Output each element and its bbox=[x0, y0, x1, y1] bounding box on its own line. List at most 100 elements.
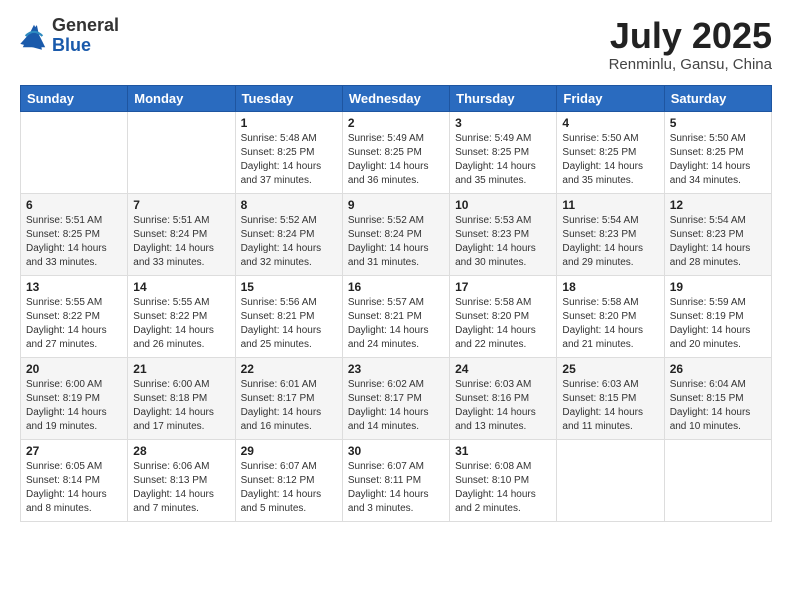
day-number: 19 bbox=[670, 280, 766, 294]
day-info: Sunrise: 6:07 AM Sunset: 8:11 PM Dayligh… bbox=[348, 460, 444, 516]
calendar-table: SundayMondayTuesdayWednesdayThursdayFrid… bbox=[20, 85, 772, 522]
calendar-day-20: 20 Sunrise: 6:00 AM Sunset: 8:19 PM Dayli… bbox=[21, 357, 128, 439]
calendar-header-monday: Monday bbox=[128, 85, 235, 111]
day-info: Sunrise: 6:01 AM Sunset: 8:17 PM Dayligh… bbox=[241, 378, 337, 434]
day-number: 8 bbox=[241, 198, 337, 212]
calendar-day-17: 17 Sunrise: 5:58 AM Sunset: 8:20 PM Dayli… bbox=[450, 275, 557, 357]
calendar-day-28: 28Sunrise: 6:06 AM Sunset: 8:13 PM Dayli… bbox=[128, 439, 235, 521]
calendar-day-22: 22 Sunrise: 6:01 AM Sunset: 8:17 PM Dayli… bbox=[235, 357, 342, 439]
day-number: 24 bbox=[455, 362, 551, 376]
day-info: Sunrise: 5:52 AM Sunset: 8:24 PM Dayligh… bbox=[348, 214, 444, 270]
calendar-empty-cell bbox=[664, 439, 771, 521]
calendar-day-30: 30Sunrise: 6:07 AM Sunset: 8:11 PM Dayli… bbox=[342, 439, 449, 521]
calendar-day-10: 10Sunrise: 5:53 AM Sunset: 8:23 PM Dayli… bbox=[450, 193, 557, 275]
day-info: Sunrise: 5:58 AM Sunset: 8:20 PM Dayligh… bbox=[562, 296, 658, 352]
calendar-day-9: 9 Sunrise: 5:52 AM Sunset: 8:24 PM Daylig… bbox=[342, 193, 449, 275]
day-info: Sunrise: 6:00 AM Sunset: 8:18 PM Dayligh… bbox=[133, 378, 229, 434]
day-number: 10 bbox=[455, 198, 551, 212]
day-number: 27 bbox=[26, 444, 122, 458]
calendar-week-5: 27 Sunrise: 6:05 AM Sunset: 8:14 PM Dayli… bbox=[21, 439, 772, 521]
day-info: Sunrise: 5:55 AM Sunset: 8:22 PM Dayligh… bbox=[133, 296, 229, 352]
day-number: 26 bbox=[670, 362, 766, 376]
day-number: 1 bbox=[241, 116, 337, 130]
calendar-day-15: 15Sunrise: 5:56 AM Sunset: 8:21 PM Dayli… bbox=[235, 275, 342, 357]
day-info: Sunrise: 5:59 AM Sunset: 8:19 PM Dayligh… bbox=[670, 296, 766, 352]
day-info: Sunrise: 5:56 AM Sunset: 8:21 PM Dayligh… bbox=[241, 296, 337, 352]
day-info: Sunrise: 5:50 AM Sunset: 8:25 PM Dayligh… bbox=[562, 132, 658, 188]
day-info: Sunrise: 5:50 AM Sunset: 8:25 PM Dayligh… bbox=[670, 132, 766, 188]
calendar-day-27: 27 Sunrise: 6:05 AM Sunset: 8:14 PM Dayli… bbox=[21, 439, 128, 521]
day-number: 16 bbox=[348, 280, 444, 294]
calendar-day-18: 18 Sunrise: 5:58 AM Sunset: 8:20 PM Dayli… bbox=[557, 275, 664, 357]
logo-icon bbox=[20, 22, 48, 50]
calendar-header-row: SundayMondayTuesdayWednesdayThursdayFrid… bbox=[21, 85, 772, 111]
day-info: Sunrise: 5:54 AM Sunset: 8:23 PM Dayligh… bbox=[670, 214, 766, 270]
calendar-day-25: 25 Sunrise: 6:03 AM Sunset: 8:15 PM Dayli… bbox=[557, 357, 664, 439]
calendar-day-16: 16 Sunrise: 5:57 AM Sunset: 8:21 PM Dayli… bbox=[342, 275, 449, 357]
calendar-day-8: 8 Sunrise: 5:52 AM Sunset: 8:24 PM Daylig… bbox=[235, 193, 342, 275]
day-info: Sunrise: 5:52 AM Sunset: 8:24 PM Dayligh… bbox=[241, 214, 337, 270]
logo-blue: Blue bbox=[52, 36, 119, 56]
calendar-day-2: 2Sunrise: 5:49 AM Sunset: 8:25 PM Daylig… bbox=[342, 111, 449, 193]
day-info: Sunrise: 5:49 AM Sunset: 8:25 PM Dayligh… bbox=[455, 132, 551, 188]
calendar-day-23: 23 Sunrise: 6:02 AM Sunset: 8:17 PM Dayli… bbox=[342, 357, 449, 439]
calendar-empty-cell bbox=[557, 439, 664, 521]
calendar-day-4: 4Sunrise: 5:50 AM Sunset: 8:25 PM Daylig… bbox=[557, 111, 664, 193]
calendar-day-11: 11Sunrise: 5:54 AM Sunset: 8:23 PM Dayli… bbox=[557, 193, 664, 275]
day-number: 9 bbox=[348, 198, 444, 212]
day-number: 25 bbox=[562, 362, 658, 376]
calendar-day-12: 12Sunrise: 5:54 AM Sunset: 8:23 PM Dayli… bbox=[664, 193, 771, 275]
calendar-day-7: 7Sunrise: 5:51 AM Sunset: 8:24 PM Daylig… bbox=[128, 193, 235, 275]
day-info: Sunrise: 6:07 AM Sunset: 8:12 PM Dayligh… bbox=[241, 460, 337, 516]
day-info: Sunrise: 6:04 AM Sunset: 8:15 PM Dayligh… bbox=[670, 378, 766, 434]
day-info: Sunrise: 6:03 AM Sunset: 8:16 PM Dayligh… bbox=[455, 378, 551, 434]
calendar-header-tuesday: Tuesday bbox=[235, 85, 342, 111]
day-info: Sunrise: 5:48 AM Sunset: 8:25 PM Dayligh… bbox=[241, 132, 337, 188]
day-info: Sunrise: 5:51 AM Sunset: 8:25 PM Dayligh… bbox=[26, 214, 122, 270]
calendar-header-wednesday: Wednesday bbox=[342, 85, 449, 111]
location-title: Renminlu, Gansu, China bbox=[609, 56, 772, 73]
calendar-day-6: 6Sunrise: 5:51 AM Sunset: 8:25 PM Daylig… bbox=[21, 193, 128, 275]
day-number: 29 bbox=[241, 444, 337, 458]
day-number: 17 bbox=[455, 280, 551, 294]
calendar-day-19: 19 Sunrise: 5:59 AM Sunset: 8:19 PM Dayli… bbox=[664, 275, 771, 357]
day-number: 7 bbox=[133, 198, 229, 212]
calendar-week-4: 20 Sunrise: 6:00 AM Sunset: 8:19 PM Dayli… bbox=[21, 357, 772, 439]
day-number: 3 bbox=[455, 116, 551, 130]
day-number: 14 bbox=[133, 280, 229, 294]
calendar-day-29: 29 Sunrise: 6:07 AM Sunset: 8:12 PM Dayli… bbox=[235, 439, 342, 521]
calendar-day-21: 21 Sunrise: 6:00 AM Sunset: 8:18 PM Dayli… bbox=[128, 357, 235, 439]
day-info: Sunrise: 5:54 AM Sunset: 8:23 PM Dayligh… bbox=[562, 214, 658, 270]
day-number: 2 bbox=[348, 116, 444, 130]
calendar-day-3: 3 Sunrise: 5:49 AM Sunset: 8:25 PM Daylig… bbox=[450, 111, 557, 193]
calendar-week-3: 13Sunrise: 5:55 AM Sunset: 8:22 PM Dayli… bbox=[21, 275, 772, 357]
day-number: 21 bbox=[133, 362, 229, 376]
calendar-header-thursday: Thursday bbox=[450, 85, 557, 111]
day-info: Sunrise: 6:03 AM Sunset: 8:15 PM Dayligh… bbox=[562, 378, 658, 434]
day-number: 20 bbox=[26, 362, 122, 376]
day-number: 31 bbox=[455, 444, 551, 458]
calendar-day-31: 31 Sunrise: 6:08 AM Sunset: 8:10 PM Dayli… bbox=[450, 439, 557, 521]
calendar-header-sunday: Sunday bbox=[21, 85, 128, 111]
day-number: 22 bbox=[241, 362, 337, 376]
day-info: Sunrise: 6:02 AM Sunset: 8:17 PM Dayligh… bbox=[348, 378, 444, 434]
day-info: Sunrise: 6:05 AM Sunset: 8:14 PM Dayligh… bbox=[26, 460, 122, 516]
calendar-week-2: 6Sunrise: 5:51 AM Sunset: 8:25 PM Daylig… bbox=[21, 193, 772, 275]
day-info: Sunrise: 5:58 AM Sunset: 8:20 PM Dayligh… bbox=[455, 296, 551, 352]
calendar-day-24: 24 Sunrise: 6:03 AM Sunset: 8:16 PM Dayli… bbox=[450, 357, 557, 439]
calendar-header-saturday: Saturday bbox=[664, 85, 771, 111]
calendar-day-14: 14 Sunrise: 5:55 AM Sunset: 8:22 PM Dayli… bbox=[128, 275, 235, 357]
day-number: 18 bbox=[562, 280, 658, 294]
logo: General Blue bbox=[20, 16, 119, 56]
day-number: 5 bbox=[670, 116, 766, 130]
day-info: Sunrise: 5:57 AM Sunset: 8:21 PM Dayligh… bbox=[348, 296, 444, 352]
calendar-day-5: 5 Sunrise: 5:50 AM Sunset: 8:25 PM Daylig… bbox=[664, 111, 771, 193]
logo-general: General bbox=[52, 16, 119, 36]
day-number: 28 bbox=[133, 444, 229, 458]
day-info: Sunrise: 6:00 AM Sunset: 8:19 PM Dayligh… bbox=[26, 378, 122, 434]
day-number: 23 bbox=[348, 362, 444, 376]
day-info: Sunrise: 6:08 AM Sunset: 8:10 PM Dayligh… bbox=[455, 460, 551, 516]
page: General Blue July 2025 Renminlu, Gansu, … bbox=[0, 0, 792, 612]
calendar-empty-cell bbox=[21, 111, 128, 193]
calendar-day-26: 26 Sunrise: 6:04 AM Sunset: 8:15 PM Dayli… bbox=[664, 357, 771, 439]
